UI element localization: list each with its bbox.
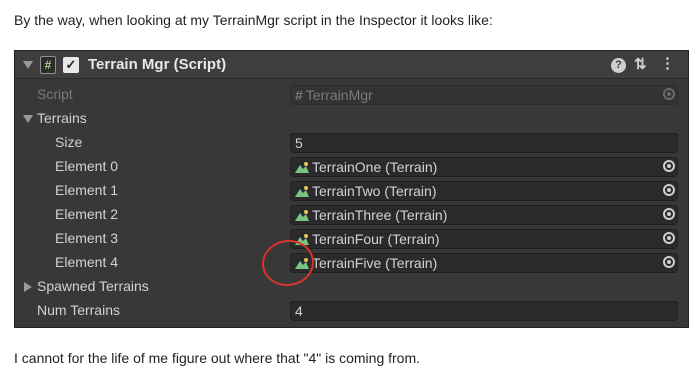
element-label: Element 2 bbox=[55, 206, 119, 222]
element-value: TerrainOne (Terrain) bbox=[312, 159, 438, 175]
object-picker-icon[interactable] bbox=[663, 160, 675, 172]
size-row: Size 5 bbox=[15, 131, 688, 155]
script-icon: # bbox=[40, 56, 56, 74]
size-label: Size bbox=[55, 134, 83, 150]
element-field[interactable]: TerrainOne (Terrain) bbox=[290, 157, 678, 177]
post-intro-text: By the way, when looking at my TerrainMg… bbox=[14, 12, 493, 28]
script-file-icon: # bbox=[295, 87, 303, 103]
element-row: Element 2 TerrainThree (Terrain) bbox=[15, 203, 688, 227]
element-field[interactable]: TerrainFour (Terrain) bbox=[290, 229, 678, 249]
component-header[interactable]: # ✓ Terrain Mgr (Script) ? ⇅ ⋮ bbox=[15, 51, 688, 79]
element-value: TerrainFive (Terrain) bbox=[312, 255, 438, 271]
element-row: Element 0 TerrainOne (Terrain) bbox=[15, 155, 688, 179]
element-value: TerrainTwo (Terrain) bbox=[312, 183, 437, 199]
component-title: Terrain Mgr (Script) bbox=[88, 56, 227, 73]
element-label: Element 0 bbox=[55, 158, 119, 174]
num-terrains-field[interactable]: 4 bbox=[290, 301, 678, 321]
script-row: Script # TerrainMgr bbox=[15, 83, 688, 107]
spawned-terrains-foldout-row[interactable]: Spawned Terrains bbox=[15, 275, 688, 299]
element-row: Element 4 TerrainFive (Terrain) bbox=[15, 251, 688, 275]
element-label: Element 3 bbox=[55, 230, 119, 246]
help-icon[interactable]: ? bbox=[611, 58, 626, 73]
size-field[interactable]: 5 bbox=[290, 133, 678, 153]
terrain-icon bbox=[295, 186, 309, 197]
settings-icon[interactable]: ⇅ bbox=[634, 55, 647, 73]
num-terrains-label: Num Terrains bbox=[37, 302, 120, 318]
terrains-foldout-row[interactable]: Terrains bbox=[15, 107, 688, 131]
element-row: Element 3 TerrainFour (Terrain) bbox=[15, 227, 688, 251]
foldout-arrow-icon[interactable] bbox=[24, 282, 32, 292]
element-label: Element 4 bbox=[55, 254, 119, 270]
element-row: Element 1 TerrainTwo (Terrain) bbox=[15, 179, 688, 203]
element-field[interactable]: TerrainTwo (Terrain) bbox=[290, 181, 678, 201]
component-enabled-checkbox[interactable]: ✓ bbox=[63, 57, 79, 73]
element-value: TerrainThree (Terrain) bbox=[312, 207, 448, 223]
element-field[interactable]: TerrainThree (Terrain) bbox=[290, 205, 678, 225]
terrains-label: Terrains bbox=[37, 110, 87, 126]
num-terrains-row: Num Terrains 4 bbox=[15, 299, 688, 323]
element-label: Element 1 bbox=[55, 182, 119, 198]
script-field: # TerrainMgr bbox=[290, 85, 678, 105]
menu-icon[interactable]: ⋮ bbox=[660, 54, 675, 72]
element-field[interactable]: TerrainFive (Terrain) bbox=[290, 253, 678, 273]
terrain-icon bbox=[295, 162, 309, 173]
object-picker-icon[interactable] bbox=[663, 232, 675, 244]
foldout-arrow-icon[interactable] bbox=[23, 115, 33, 123]
spawned-terrains-label: Spawned Terrains bbox=[37, 278, 149, 294]
element-value: TerrainFour (Terrain) bbox=[312, 231, 440, 247]
object-picker-icon[interactable] bbox=[663, 208, 675, 220]
post-outro-text: I cannot for the life of me figure out w… bbox=[14, 350, 421, 366]
object-picker-icon bbox=[663, 88, 675, 100]
inspector-panel: # ✓ Terrain Mgr (Script) ? ⇅ ⋮ Script # T… bbox=[14, 50, 689, 328]
object-picker-icon[interactable] bbox=[663, 256, 675, 268]
terrain-icon bbox=[295, 210, 309, 221]
object-picker-icon[interactable] bbox=[663, 184, 675, 196]
foldout-arrow-icon[interactable] bbox=[23, 61, 33, 69]
script-label: Script bbox=[37, 86, 73, 102]
script-field-value: TerrainMgr bbox=[305, 87, 373, 103]
